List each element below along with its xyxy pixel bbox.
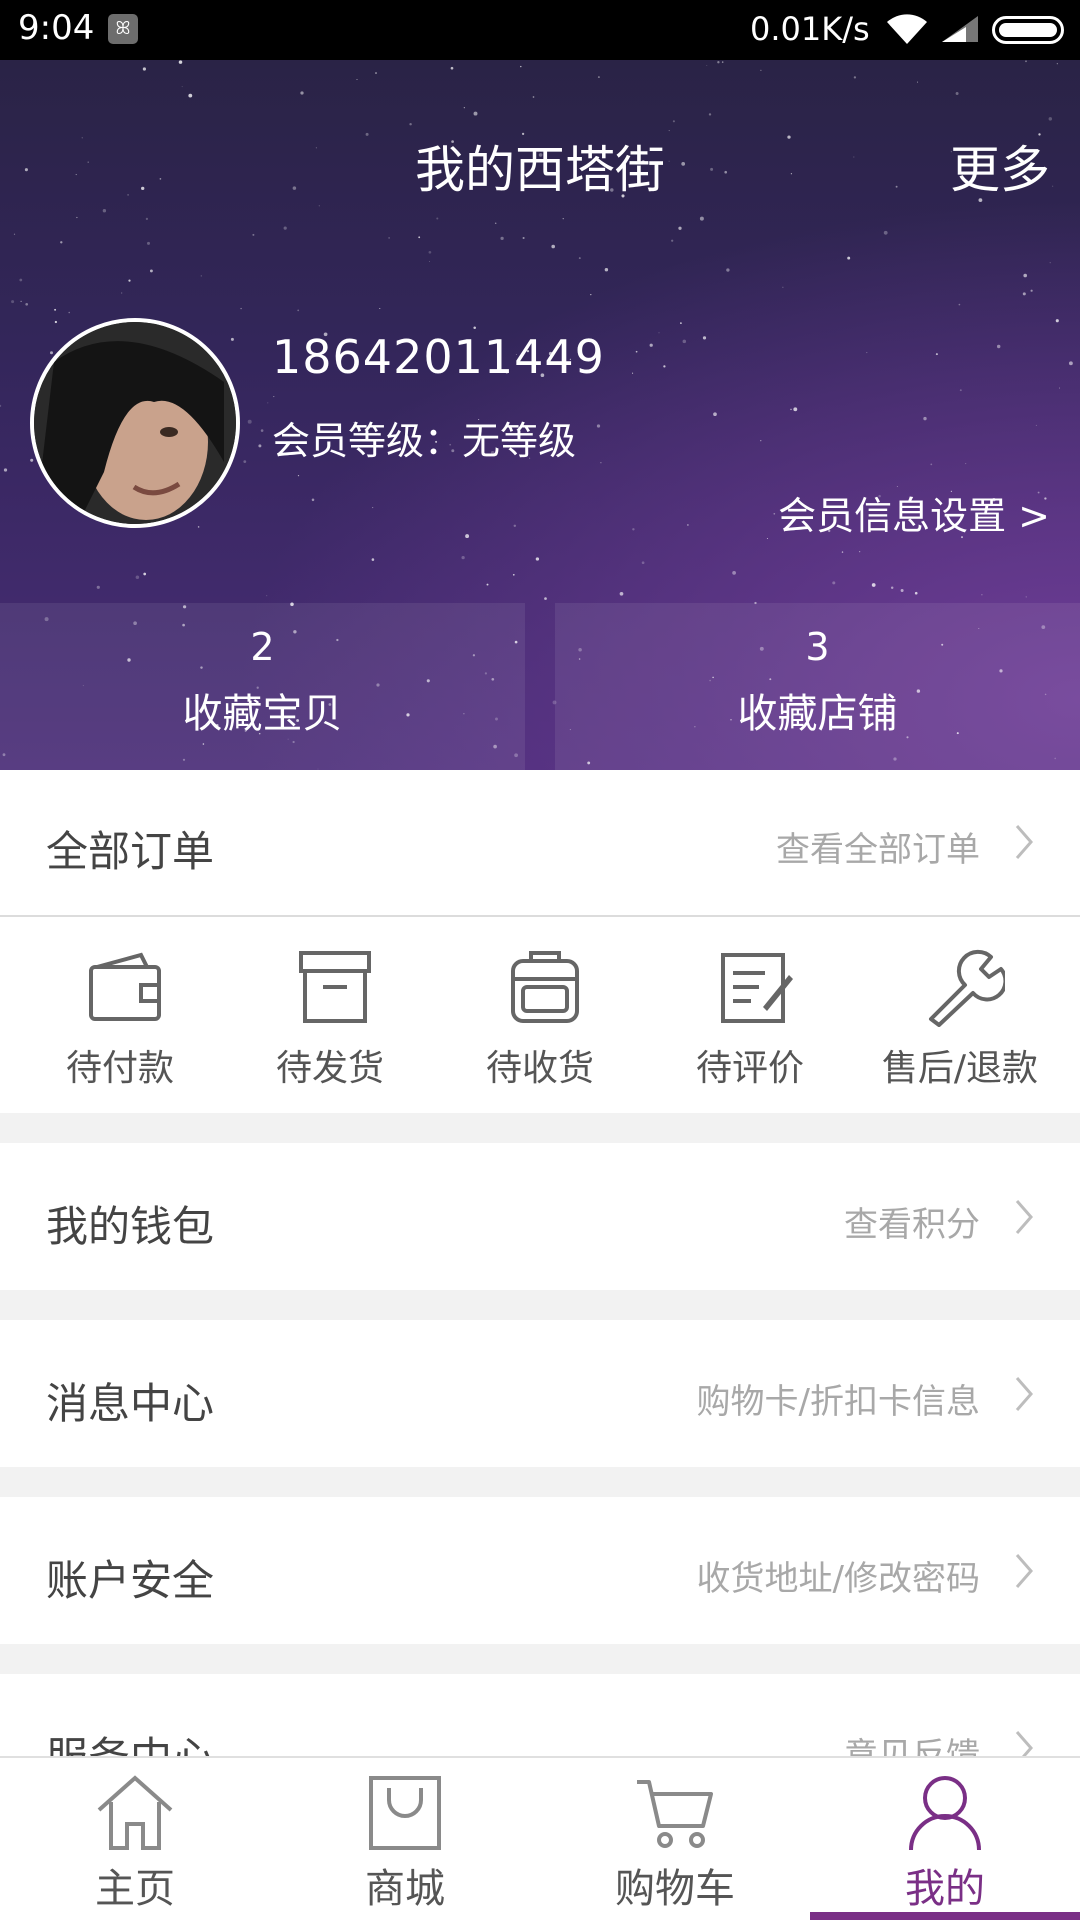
chevron-right-icon <box>1015 825 1033 859</box>
order-pending-payment[interactable]: 待付款 <box>15 917 225 1117</box>
order-pending-shipment-label: 待发货 <box>275 1048 384 1089</box>
member-level: 会员等级：无等级 <box>272 419 577 463</box>
person-icon <box>909 1776 981 1851</box>
member-settings-link[interactable]: 会员信息设置 > <box>778 485 1050 540</box>
nav-home-label: 主页 <box>95 1866 175 1912</box>
order-pending-review[interactable]: 待评价 <box>645 917 855 1117</box>
chevron-right-icon <box>1015 1554 1033 1588</box>
app-root: 9:04 ꕤ 0.01K/s 我的西塔街 更多 18642011449 会员等级… <box>0 0 1080 1920</box>
cart-icon <box>637 1780 713 1848</box>
shopping-bag-icon <box>369 1776 441 1850</box>
status-time: 9:04 <box>18 8 95 48</box>
more-button[interactable]: 更多 <box>950 130 1050 202</box>
network-speed: 0.01K/s <box>750 10 870 48</box>
wrench-icon <box>929 949 1005 1027</box>
status-bar: 9:04 ꕤ 0.01K/s <box>0 0 1080 60</box>
nav-mine[interactable]: 我的 <box>810 1758 1080 1920</box>
order-pending-shipment[interactable]: 待发货 <box>225 917 435 1117</box>
nav-active-indicator <box>810 1912 1080 1920</box>
favorite-items-count: 2 <box>250 625 275 669</box>
order-after-sales-label: 售后/退款 <box>881 1048 1039 1089</box>
order-pending-receipt-label: 待收货 <box>485 1048 594 1089</box>
battery-icon <box>992 16 1064 44</box>
favorite-items-label: 收藏宝贝 <box>182 691 343 737</box>
nav-mall[interactable]: 商城 <box>270 1758 540 1920</box>
chevron-right-icon <box>1015 1200 1033 1234</box>
avatar[interactable] <box>30 318 240 528</box>
phone-number: 18642011449 <box>272 330 605 384</box>
menu-row-messages[interactable]: 消息中心 购物卡/折扣卡信息 <box>0 1320 1080 1467</box>
menu-row-title: 账户安全 <box>46 1556 215 1605</box>
order-after-sales[interactable]: 售后/退款 <box>855 917 1065 1117</box>
menu-row-link[interactable]: 购物卡/折扣卡信息 <box>697 1374 980 1423</box>
edit-note-icon <box>721 953 793 1023</box>
wallet-icon <box>89 952 161 1021</box>
bottom-nav: 主页 商城 购物车 我的 <box>0 1756 1080 1920</box>
favorite-shops-count: 3 <box>805 625 830 669</box>
menu-row-title: 消息中心 <box>46 1379 215 1428</box>
signal-icon <box>942 16 978 42</box>
nav-mine-label: 我的 <box>905 1866 985 1912</box>
chevron-right-icon <box>1015 1377 1033 1411</box>
order-pending-review-label: 待评价 <box>695 1048 804 1089</box>
profile-header: 我的西塔街 更多 18642011449 会员等级：无等级 会员信息设置 > 2… <box>0 60 1080 770</box>
favorite-items-button[interactable]: 2 收藏宝贝 <box>0 603 525 770</box>
menu-row-link[interactable]: 收货地址/修改密码 <box>697 1551 980 1600</box>
order-pending-payment-label: 待付款 <box>65 1048 174 1089</box>
menu-row-wallet[interactable]: 我的钱包 查看积分 <box>0 1143 1080 1290</box>
backpack-icon <box>511 951 579 1023</box>
order-pending-receipt[interactable]: 待收货 <box>435 917 645 1117</box>
home-icon <box>97 1775 173 1850</box>
view-all-orders-link[interactable]: 查看全部订单 <box>776 822 980 871</box>
order-status-bar: 待付款 待发货 待收货 待评价 售后/退款 <box>0 917 1080 1113</box>
box-icon <box>299 951 371 1023</box>
nav-home[interactable]: 主页 <box>0 1758 270 1920</box>
nav-cart[interactable]: 购物车 <box>540 1758 810 1920</box>
all-orders-title: 全部订单 <box>46 827 215 876</box>
menu-row-account-security[interactable]: 账户安全 收货地址/修改密码 <box>0 1497 1080 1644</box>
nav-cart-label: 购物车 <box>615 1866 735 1912</box>
avatar-image <box>34 322 236 524</box>
all-orders-row[interactable]: 全部订单 查看全部订单 <box>0 770 1080 915</box>
menu-row-link[interactable]: 查看积分 <box>844 1197 980 1246</box>
favorite-shops-button[interactable]: 3 收藏店铺 <box>555 603 1080 770</box>
notification-icon: ꕤ <box>108 14 138 44</box>
wifi-icon <box>887 14 927 44</box>
favorite-shops-label: 收藏店铺 <box>737 691 898 737</box>
menu-row-title: 我的钱包 <box>46 1202 215 1251</box>
page-title: 我的西塔街 <box>415 141 665 199</box>
nav-mall-label: 商城 <box>365 1866 445 1912</box>
